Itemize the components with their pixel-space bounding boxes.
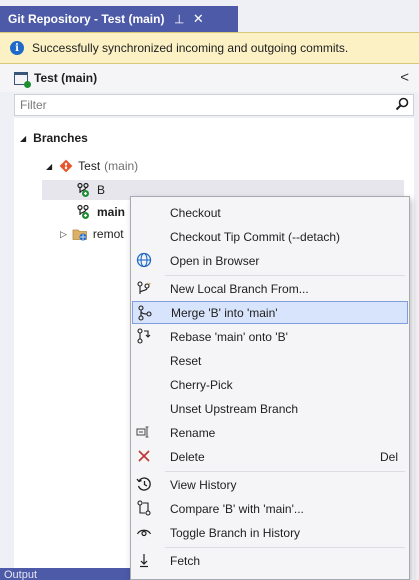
menu-item-checkout-tip-commit[interactable]: Checkout Tip Commit (--detach) [132, 225, 408, 248]
menu-item-label: Unset Upstream Branch [170, 401, 299, 416]
menu-item-delete[interactable]: Delete Del [132, 445, 408, 468]
menu-item-new-local-branch[interactable]: New Local Branch From... [132, 277, 408, 300]
filter-placeholder: Filter [20, 98, 47, 112]
tab-output[interactable]: Output [0, 568, 140, 580]
menu-item-label: Reset [170, 353, 202, 368]
expanded-caret-icon[interactable]: ◢ [20, 134, 26, 143]
delete-icon [136, 448, 152, 464]
tab-git-repository[interactable]: Git Repository - Test (main) ⊣ ✕ [0, 6, 238, 32]
repository-header: Test (main) < [0, 64, 419, 92]
search-icon[interactable] [395, 97, 409, 111]
pin-icon[interactable]: ⊣ [173, 14, 187, 24]
menu-item-label: Merge 'B' into 'main' [171, 305, 278, 320]
merge-icon [137, 305, 153, 321]
menu-item-open-in-browser[interactable]: Open in Browser [132, 249, 408, 272]
menu-item-label: Checkout Tip Commit (--detach) [170, 229, 341, 244]
repo-node[interactable]: ◢ Test (main) [46, 156, 138, 176]
git-icon [59, 159, 73, 173]
repository-title[interactable]: Test (main) [34, 71, 97, 85]
menu-item-label: Cherry-Pick [170, 377, 233, 392]
menu-item-merge[interactable]: Merge 'B' into 'main' [132, 301, 408, 324]
output-tab-label: Output [4, 569, 38, 580]
menu-separator [165, 547, 405, 548]
globe-icon [136, 252, 152, 268]
menu-item-label: View History [170, 477, 237, 492]
menu-separator [165, 275, 405, 276]
collapse-chevron-icon[interactable]: < [400, 69, 409, 86]
menu-item-checkout[interactable]: Checkout [132, 201, 408, 224]
menu-item-compare[interactable]: Compare 'B' with 'main'... [132, 497, 408, 520]
compare-icon [136, 500, 152, 516]
info-bar: i Successfully synchronized incoming and… [0, 32, 419, 64]
menu-item-label: Rebase 'main' onto 'B' [170, 329, 288, 344]
filter-input[interactable]: Filter [14, 94, 414, 116]
branch-name: main [97, 205, 126, 219]
menu-item-unset-upstream[interactable]: Unset Upstream Branch [132, 397, 408, 420]
menu-item-fetch[interactable]: Fetch [132, 549, 408, 572]
menu-item-label: Compare 'B' with 'main'... [170, 501, 304, 516]
rebase-icon [136, 328, 152, 344]
branch-item-main[interactable]: main [76, 202, 125, 222]
menu-item-label: New Local Branch From... [170, 281, 309, 296]
info-icon: i [10, 41, 24, 55]
menu-item-toggle-branch-history[interactable]: Toggle Branch in History [132, 521, 408, 544]
menu-item-cherry-pick[interactable]: Cherry-Pick [132, 373, 408, 396]
menu-item-view-history[interactable]: View History [132, 473, 408, 496]
eye-icon [136, 524, 152, 540]
tab-bar: Git Repository - Test (main) ⊣ ✕ [0, 0, 419, 32]
fetch-icon [136, 552, 152, 568]
collapsed-caret-icon[interactable]: ▷ [60, 229, 67, 240]
repository-icon [14, 71, 31, 88]
menu-item-rename[interactable]: Rename [132, 421, 408, 444]
remote-folder-icon [72, 229, 87, 241]
repo-node-branch: (main) [104, 159, 139, 173]
menu-item-label: Rename [170, 425, 216, 440]
branch-icon [77, 204, 89, 219]
menu-item-label: Open in Browser [170, 253, 260, 268]
branch-icon [77, 182, 89, 197]
menu-item-label: Delete [170, 449, 205, 464]
branches-node[interactable]: ◢ Branches [20, 128, 88, 148]
repo-node-name: Test [78, 159, 101, 173]
branches-label: Branches [33, 131, 88, 145]
rename-icon [136, 424, 152, 440]
delete-shortcut: Del [379, 449, 398, 464]
menu-item-rebase[interactable]: Rebase 'main' onto 'B' [132, 325, 408, 348]
branch-item-b[interactable]: B [76, 180, 105, 200]
menu-separator [165, 471, 405, 472]
tab-title: Git Repository - Test (main) [8, 12, 165, 26]
remotes-label: remot [92, 227, 124, 241]
menu-item-label: Toggle Branch in History [170, 525, 301, 540]
expanded-caret-icon[interactable]: ◢ [46, 162, 52, 171]
info-message: Successfully synchronized incoming and o… [32, 41, 349, 55]
menu-item-label: Checkout [170, 205, 221, 220]
branch-name: B [97, 183, 106, 197]
menu-item-label: Fetch [170, 553, 201, 568]
menu-item-reset[interactable]: Reset [132, 349, 408, 372]
branch-context-menu: Checkout Checkout Tip Commit (--detach) … [130, 196, 410, 580]
remotes-node[interactable]: ▷ remot [60, 224, 124, 244]
new-branch-icon [136, 280, 152, 296]
close-icon[interactable]: ✕ [193, 11, 204, 27]
history-icon [136, 476, 152, 492]
